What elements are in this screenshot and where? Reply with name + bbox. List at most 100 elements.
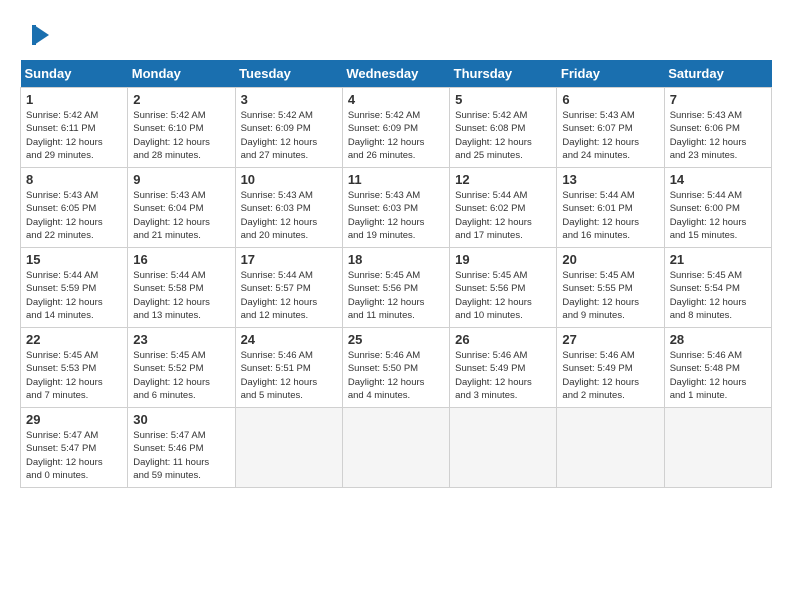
day-cell: 28Sunrise: 5:46 AM Sunset: 5:48 PM Dayli… [664, 328, 771, 408]
day-number: 19 [455, 252, 551, 267]
day-number: 7 [670, 92, 766, 107]
day-number: 2 [133, 92, 229, 107]
logo [20, 20, 54, 50]
day-info: Sunrise: 5:42 AM Sunset: 6:09 PM Dayligh… [241, 109, 337, 162]
day-number: 10 [241, 172, 337, 187]
day-cell: 8 Sunrise: 5:43 AM Sunset: 6:05 PM Daylig… [21, 168, 128, 248]
col-sunday: Sunday [21, 60, 128, 88]
day-cell: 29 Sunrise: 5:47 AM Sunset: 5:47 PM Dayli… [21, 408, 128, 488]
calendar-table: Sunday Monday Tuesday Wednesday Thursday… [20, 60, 772, 488]
day-cell: 14Sunrise: 5:44 AM Sunset: 6:00 PM Dayli… [664, 168, 771, 248]
week-row-3: 15Sunrise: 5:44 AM Sunset: 5:59 PM Dayli… [21, 248, 772, 328]
day-cell: 24 Sunrise: 5:46 AM Sunset: 5:51 PM Dayli… [235, 328, 342, 408]
day-info: Sunrise: 5:45 AM Sunset: 5:56 PM Dayligh… [348, 269, 444, 322]
day-info: Sunrise: 5:43 AM Sunset: 6:06 PM Dayligh… [670, 109, 766, 162]
day-number: 1 [26, 92, 122, 107]
col-saturday: Saturday [664, 60, 771, 88]
day-cell: 17 Sunrise: 5:44 AM Sunset: 5:57 PM Dayli… [235, 248, 342, 328]
col-wednesday: Wednesday [342, 60, 449, 88]
day-info: Sunrise: 5:47 AM Sunset: 5:47 PM Dayligh… [26, 429, 122, 482]
day-number: 9 [133, 172, 229, 187]
day-cell [557, 408, 664, 488]
day-cell: 7 Sunrise: 5:43 AM Sunset: 6:06 PM Daylig… [664, 88, 771, 168]
day-cell [450, 408, 557, 488]
day-number: 16 [133, 252, 229, 267]
week-row-1: 1 Sunrise: 5:42 AM Sunset: 6:11 PM Daylig… [21, 88, 772, 168]
day-number: 14 [670, 172, 766, 187]
day-info: Sunrise: 5:43 AM Sunset: 6:03 PM Dayligh… [348, 189, 444, 242]
day-number: 30 [133, 412, 229, 427]
day-info: Sunrise: 5:45 AM Sunset: 5:53 PM Dayligh… [26, 349, 122, 402]
day-info: Sunrise: 5:44 AM Sunset: 5:57 PM Dayligh… [241, 269, 337, 322]
day-info: Sunrise: 5:43 AM Sunset: 6:04 PM Dayligh… [133, 189, 229, 242]
day-info: Sunrise: 5:46 AM Sunset: 5:50 PM Dayligh… [348, 349, 444, 402]
day-cell: 13 Sunrise: 5:44 AM Sunset: 6:01 PM Dayli… [557, 168, 664, 248]
day-cell: 16 Sunrise: 5:44 AM Sunset: 5:58 PM Dayli… [128, 248, 235, 328]
col-monday: Monday [128, 60, 235, 88]
day-number: 8 [26, 172, 122, 187]
day-number: 6 [562, 92, 658, 107]
day-cell: 15Sunrise: 5:44 AM Sunset: 5:59 PM Dayli… [21, 248, 128, 328]
day-cell: 12 Sunrise: 5:44 AM Sunset: 6:02 PM Dayli… [450, 168, 557, 248]
day-cell: 30 Sunrise: 5:47 AM Sunset: 5:46 PM Dayli… [128, 408, 235, 488]
day-info: Sunrise: 5:43 AM Sunset: 6:03 PM Dayligh… [241, 189, 337, 242]
day-cell: 11 Sunrise: 5:43 AM Sunset: 6:03 PM Dayli… [342, 168, 449, 248]
day-info: Sunrise: 5:46 AM Sunset: 5:49 PM Dayligh… [562, 349, 658, 402]
day-number: 17 [241, 252, 337, 267]
day-number: 13 [562, 172, 658, 187]
day-info: Sunrise: 5:45 AM Sunset: 5:55 PM Dayligh… [562, 269, 658, 322]
day-cell: 6 Sunrise: 5:43 AM Sunset: 6:07 PM Daylig… [557, 88, 664, 168]
day-number: 28 [670, 332, 766, 347]
day-cell: 19 Sunrise: 5:45 AM Sunset: 5:56 PM Dayli… [450, 248, 557, 328]
day-number: 5 [455, 92, 551, 107]
day-number: 22 [26, 332, 122, 347]
day-cell: 10 Sunrise: 5:43 AM Sunset: 6:03 PM Dayli… [235, 168, 342, 248]
day-number: 4 [348, 92, 444, 107]
day-cell: 23 Sunrise: 5:45 AM Sunset: 5:52 PM Dayli… [128, 328, 235, 408]
day-cell: 27 Sunrise: 5:46 AM Sunset: 5:49 PM Dayli… [557, 328, 664, 408]
day-info: Sunrise: 5:43 AM Sunset: 6:05 PM Dayligh… [26, 189, 122, 242]
day-cell: 20Sunrise: 5:45 AM Sunset: 5:55 PM Dayli… [557, 248, 664, 328]
day-cell: 1 Sunrise: 5:42 AM Sunset: 6:11 PM Daylig… [21, 88, 128, 168]
day-number: 27 [562, 332, 658, 347]
day-cell: 25 Sunrise: 5:46 AM Sunset: 5:50 PM Dayli… [342, 328, 449, 408]
col-thursday: Thursday [450, 60, 557, 88]
day-info: Sunrise: 5:42 AM Sunset: 6:11 PM Dayligh… [26, 109, 122, 162]
day-cell: 21Sunrise: 5:45 AM Sunset: 5:54 PM Dayli… [664, 248, 771, 328]
day-info: Sunrise: 5:43 AM Sunset: 6:07 PM Dayligh… [562, 109, 658, 162]
day-number: 15 [26, 252, 122, 267]
day-number: 21 [670, 252, 766, 267]
day-number: 24 [241, 332, 337, 347]
day-info: Sunrise: 5:44 AM Sunset: 5:58 PM Dayligh… [133, 269, 229, 322]
day-info: Sunrise: 5:46 AM Sunset: 5:49 PM Dayligh… [455, 349, 551, 402]
day-number: 18 [348, 252, 444, 267]
day-number: 11 [348, 172, 444, 187]
day-cell: 9 Sunrise: 5:43 AM Sunset: 6:04 PM Daylig… [128, 168, 235, 248]
day-number: 23 [133, 332, 229, 347]
header-row: Sunday Monday Tuesday Wednesday Thursday… [21, 60, 772, 88]
day-info: Sunrise: 5:42 AM Sunset: 6:09 PM Dayligh… [348, 109, 444, 162]
day-number: 3 [241, 92, 337, 107]
week-row-5: 29 Sunrise: 5:47 AM Sunset: 5:47 PM Dayli… [21, 408, 772, 488]
day-cell: 5 Sunrise: 5:42 AM Sunset: 6:08 PM Daylig… [450, 88, 557, 168]
day-info: Sunrise: 5:42 AM Sunset: 6:08 PM Dayligh… [455, 109, 551, 162]
day-info: Sunrise: 5:46 AM Sunset: 5:51 PM Dayligh… [241, 349, 337, 402]
week-row-4: 22 Sunrise: 5:45 AM Sunset: 5:53 PM Dayli… [21, 328, 772, 408]
day-number: 25 [348, 332, 444, 347]
day-cell [235, 408, 342, 488]
day-cell [342, 408, 449, 488]
day-info: Sunrise: 5:47 AM Sunset: 5:46 PM Dayligh… [133, 429, 229, 482]
day-info: Sunrise: 5:44 AM Sunset: 6:02 PM Dayligh… [455, 189, 551, 242]
day-cell [664, 408, 771, 488]
day-number: 29 [26, 412, 122, 427]
day-info: Sunrise: 5:45 AM Sunset: 5:56 PM Dayligh… [455, 269, 551, 322]
day-cell: 2 Sunrise: 5:42 AM Sunset: 6:10 PM Daylig… [128, 88, 235, 168]
page-header [20, 20, 772, 50]
day-number: 12 [455, 172, 551, 187]
day-info: Sunrise: 5:45 AM Sunset: 5:52 PM Dayligh… [133, 349, 229, 402]
week-row-2: 8 Sunrise: 5:43 AM Sunset: 6:05 PM Daylig… [21, 168, 772, 248]
col-friday: Friday [557, 60, 664, 88]
day-info: Sunrise: 5:44 AM Sunset: 6:01 PM Dayligh… [562, 189, 658, 242]
day-cell: 3 Sunrise: 5:42 AM Sunset: 6:09 PM Daylig… [235, 88, 342, 168]
day-info: Sunrise: 5:42 AM Sunset: 6:10 PM Dayligh… [133, 109, 229, 162]
